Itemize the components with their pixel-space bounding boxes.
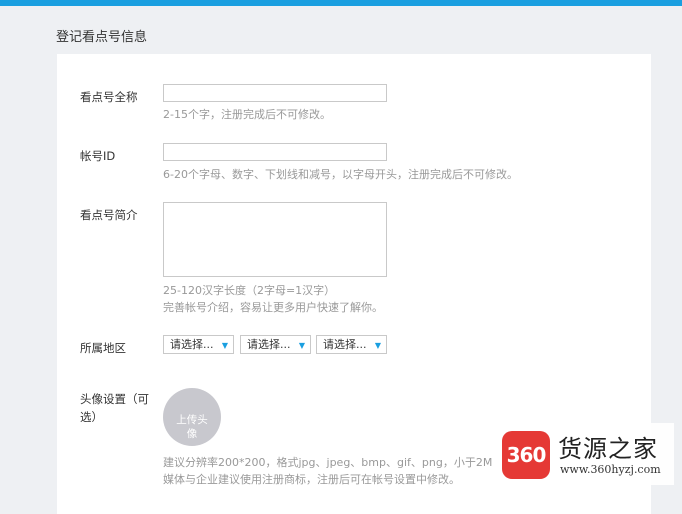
top-accent-bar [0, 0, 682, 6]
chevron-down-icon: ▼ [298, 341, 305, 350]
region-select-city[interactable]: 请选择... ▼ [240, 335, 311, 354]
intro-hint-tip: 完善帐号介绍，容易让更多用户快速了解你。 [163, 301, 383, 314]
avatar-hint-trademark: 媒体与企业建议使用注册商标，注册后可在帐号设置中修改。 [163, 473, 460, 486]
chevron-down-icon: ▼ [374, 341, 381, 350]
avatar-upload-text: 上传头像 [176, 414, 208, 440]
watermark: 360 货源之家 www.360hyzj.com [498, 423, 674, 485]
full-name-input[interactable] [163, 84, 387, 102]
account-id-label: 帐号ID [80, 149, 116, 163]
full-name-label: 看点号全称 [80, 90, 138, 104]
avatar-label: 头像设置（可选） [80, 392, 149, 424]
account-id-input[interactable] [163, 143, 387, 161]
region-select-province[interactable]: 请选择... ▼ [163, 335, 234, 354]
watermark-logo: 360 [502, 431, 550, 479]
intro-hint-length: 25-120汉字长度（2字母=1汉字） [163, 284, 336, 297]
watermark-url: www.360hyzj.com [560, 463, 661, 476]
account-id-hint: 6-20个字母、数字、下划线和减号，以字母开头，注册完成后不可修改。 [163, 168, 518, 181]
region-label: 所属地区 [80, 341, 126, 355]
watermark-name: 货源之家 [558, 435, 658, 463]
region-select-district-text: 请选择... [323, 338, 367, 351]
region-select-city-text: 请选择... [247, 338, 291, 351]
avatar-upload-button[interactable]: 上传头像 [163, 388, 221, 446]
region-select-province-text: 请选择... [170, 338, 214, 351]
intro-textarea[interactable] [163, 202, 387, 277]
intro-label: 看点号简介 [80, 208, 138, 222]
full-name-hint: 2-15个字，注册完成后不可修改。 [163, 108, 331, 121]
chevron-down-icon: ▼ [221, 341, 228, 350]
region-select-district[interactable]: 请选择... ▼ [316, 335, 387, 354]
section-title: 登记看点号信息 [56, 30, 148, 45]
avatar-hint-format: 建议分辨率200*200，格式jpg、jpeg、bmp、gif、png，小于2M [163, 456, 493, 469]
